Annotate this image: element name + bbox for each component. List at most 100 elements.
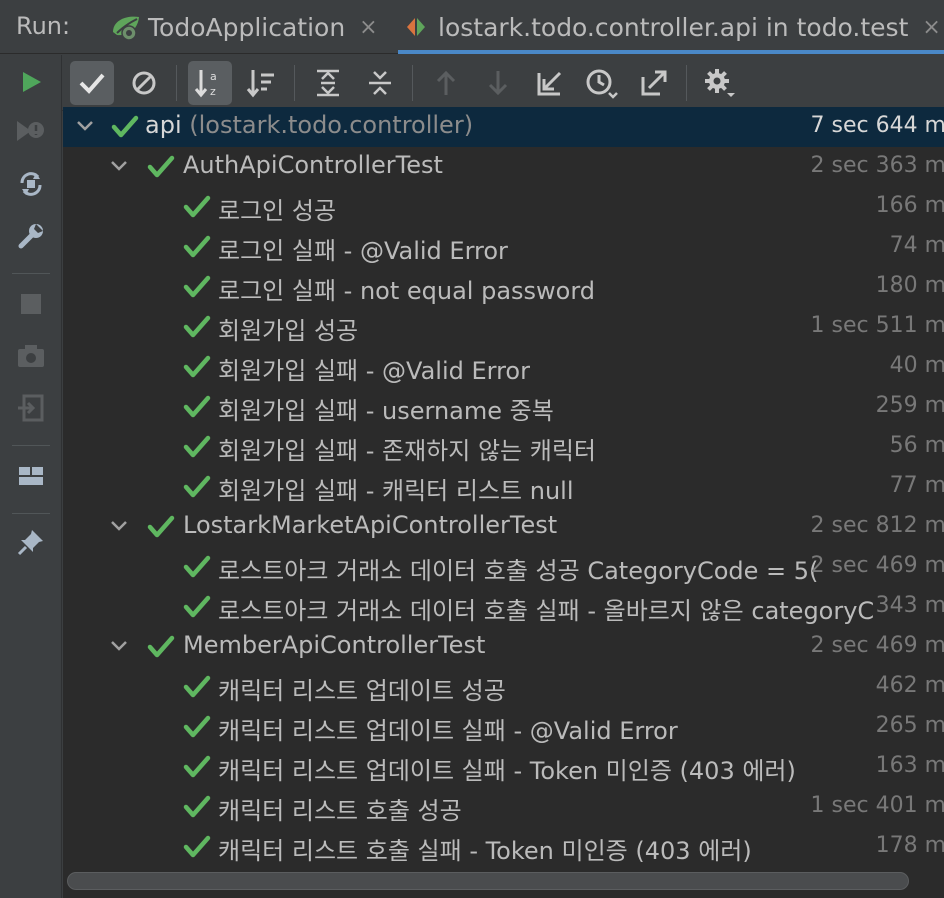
test-method-row[interactable]: 로그인 실패 - @Valid Error 74 m [63, 227, 944, 267]
duration: 2 sec 469 m [810, 553, 944, 578]
passed-check-icon [147, 154, 175, 180]
passed-check-icon [183, 754, 211, 780]
duration: 163 m [875, 753, 944, 778]
layout-icon[interactable] [8, 453, 54, 499]
tab-test-run[interactable]: lostark.todo.controller.api in todo.test… [398, 0, 944, 54]
test-label: 로그인 실패 - not equal password [218, 271, 595, 306]
test-label: 로스트아크 거래소 데이터 호출 성공 CategoryCode = 5( [218, 551, 818, 586]
test-method-row[interactable]: 로그인 성공 166 m [63, 187, 944, 227]
toggle-auto-test-icon[interactable] [8, 161, 54, 207]
class-label: MemberApiControllerTest [183, 631, 485, 659]
test-method-row[interactable]: 캐릭터 리스트 업데이트 실패 - @Valid Error 265 m [63, 707, 944, 747]
passed-check-icon [183, 554, 211, 580]
test-config-icon [398, 12, 434, 42]
test-label: 회원가입 실패 - @Valid Error [218, 351, 530, 386]
spring-boot-icon [108, 12, 144, 42]
tab-label: lostark.todo.controller.api in todo.test [438, 12, 909, 42]
node-name: 캐릭터 리스트 업데이트 성공 [218, 677, 506, 705]
previous-failed-icon[interactable] [424, 61, 468, 105]
duration: 343 m [875, 593, 944, 618]
test-method-row[interactable]: 회원가입 실패 - 존재하지 않는 캐릭터 56 m [63, 427, 944, 467]
test-method-row[interactable]: 회원가입 실패 - username 중복 259 m [63, 387, 944, 427]
snapshot-camera-icon[interactable] [8, 333, 54, 379]
collapse-all-icon[interactable] [358, 61, 402, 105]
duration: 74 m [889, 233, 944, 258]
node-name: 캐릭터 리스트 호출 실패 - Token 미인증 (403 에러) [218, 837, 752, 865]
duration: 2 sec 469 m [810, 633, 944, 658]
node-name: 회원가입 실패 - username 중복 [218, 397, 554, 425]
node-name: 로스트아크 거래소 데이터 호출 성공 CategoryCode = 5( [218, 557, 819, 585]
duration: 180 m [875, 273, 944, 298]
tab-todo-application[interactable]: TodoApplication × [108, 0, 388, 54]
test-history-icon[interactable] [580, 61, 624, 105]
passed-check-icon [111, 114, 139, 140]
close-icon[interactable]: × [359, 15, 377, 40]
test-method-row[interactable]: 로스트아크 거래소 데이터 호출 실패 - 올바르지 않은 categoryC 3… [63, 587, 944, 627]
test-method-row[interactable]: 로스트아크 거래소 데이터 호출 성공 CategoryCode = 5(2 s… [63, 547, 944, 587]
sort-alphabetically-icon[interactable]: a z [188, 61, 232, 105]
node-name: 회원가입 실패 - @Valid Error [218, 357, 530, 385]
test-method-row[interactable]: 회원가입 실패 - @Valid Error 40 m [63, 347, 944, 387]
passed-check-icon [183, 274, 211, 300]
svg-text:z: z [210, 85, 216, 98]
test-class-row[interactable]: LostarkMarketApiControllerTest 2 sec 812 … [63, 507, 944, 547]
show-ignored-icon[interactable] [122, 61, 166, 105]
toolbar-separator [176, 65, 177, 101]
sort-by-duration-icon[interactable] [240, 61, 284, 105]
toolbar-separator [686, 65, 687, 101]
scrollbar-thumb[interactable] [67, 872, 909, 890]
expand-all-icon[interactable] [306, 61, 350, 105]
show-passed-icon[interactable] [70, 61, 114, 105]
import-tests-icon[interactable] [528, 61, 572, 105]
test-results-tree[interactable]: api (lostark.todo.controller) 7 sec 644 m… [63, 107, 944, 867]
test-method-row[interactable]: 캐릭터 리스트 호출 실패 - Token 미인증 (403 에러) 178 m [63, 827, 944, 867]
class-label: LostarkMarketApiControllerTest [183, 511, 557, 539]
export-results-icon[interactable] [632, 61, 676, 105]
chevron-down-icon[interactable] [107, 512, 131, 540]
test-class-row[interactable]: MemberApiControllerTest 2 sec 469 m [63, 627, 944, 667]
exit-icon[interactable] [8, 385, 54, 431]
test-label: 캐릭터 리스트 업데이트 실패 - Token 미인증 (403 에러) [218, 751, 796, 786]
test-label: 회원가입 성공 [218, 311, 358, 346]
test-method-row[interactable]: 회원가입 성공 1 sec 511 m [63, 307, 944, 347]
chevron-down-icon[interactable] [107, 632, 131, 660]
duration: 462 m [875, 673, 944, 698]
duration: 178 m [875, 833, 944, 858]
next-failed-icon[interactable] [476, 61, 520, 105]
test-method-row[interactable]: 캐릭터 리스트 업데이트 실패 - Token 미인증 (403 에러) 163 … [63, 747, 944, 787]
settings-wrench-icon[interactable] [8, 213, 54, 259]
node-name: 회원가입 성공 [218, 317, 359, 345]
svg-text:a: a [210, 70, 217, 83]
test-label: 로그인 성공 [218, 191, 336, 226]
chevron-down-icon[interactable] [73, 112, 97, 140]
toolbar-separator [12, 273, 50, 274]
pin-icon[interactable] [8, 519, 54, 565]
duration: 259 m [875, 393, 944, 418]
duration: 1 sec 511 m [810, 313, 944, 338]
test-class-row[interactable]: AuthApiControllerTest 2 sec 363 m [63, 147, 944, 187]
node-name: 캐릭터 리스트 호출 성공 [218, 797, 462, 825]
node-name: 회원가입 실패 - 캐릭터 리스트 null [218, 477, 574, 505]
toolbar-separator [294, 65, 295, 101]
settings-gear-icon[interactable] [698, 61, 742, 105]
tree-root-api[interactable]: api (lostark.todo.controller) 7 sec 644 m [63, 107, 944, 147]
passed-check-icon [183, 474, 211, 500]
close-icon[interactable]: × [922, 15, 940, 40]
passed-check-icon [183, 594, 211, 620]
toolbar-separator [12, 445, 50, 446]
duration: 40 m [889, 353, 944, 378]
test-method-row[interactable]: 회원가입 실패 - 캐릭터 리스트 null 77 m [63, 467, 944, 507]
test-method-row[interactable]: 캐릭터 리스트 호출 성공 1 sec 401 m [63, 787, 944, 827]
rerun-failed-icon[interactable] [8, 109, 54, 155]
run-icon[interactable] [8, 59, 54, 105]
node-name: MemberApiControllerTest [183, 631, 486, 659]
test-method-row[interactable]: 로그인 실패 - not equal password 180 m [63, 267, 944, 307]
test-method-row[interactable]: 캐릭터 리스트 업데이트 성공 462 m [63, 667, 944, 707]
duration: 265 m [875, 713, 944, 738]
horizontal-scrollbar[interactable] [63, 867, 944, 898]
node-name: AuthApiControllerTest [183, 151, 443, 179]
passed-check-icon [183, 354, 211, 380]
passed-check-icon [183, 394, 211, 420]
chevron-down-icon[interactable] [107, 152, 131, 180]
stop-icon[interactable] [8, 281, 54, 327]
